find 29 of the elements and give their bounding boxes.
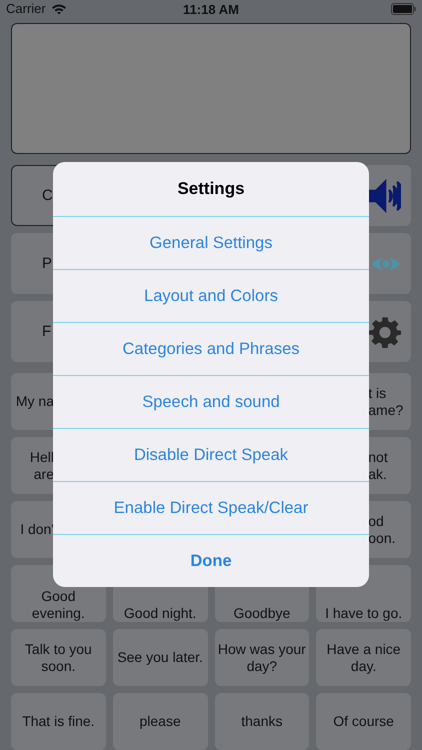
phrase-button[interactable]: Talk to you soon. <box>11 629 106 686</box>
phrase-text: My na <box>14 393 54 410</box>
status-time: 11:18 AM <box>183 2 239 17</box>
phrase-button[interactable]: Have a nice day. <box>316 629 411 686</box>
dialog-action[interactable]: Layout and Colors <box>53 269 369 322</box>
wifi-icon <box>50 2 67 14</box>
phrase-text: od oon. <box>368 512 396 546</box>
dialog-action[interactable]: Disable Direct Speak <box>53 428 369 481</box>
settings-icon <box>369 316 401 348</box>
phrase-button[interactable]: Of course <box>316 693 411 750</box>
dialog-title: Settings <box>176 178 246 200</box>
icon-button[interactable] <box>364 165 411 226</box>
speaker-icon <box>369 178 401 212</box>
carrier-label: Carrier <box>6 1 46 16</box>
phrase-text: not ak. <box>368 448 389 482</box>
dialog-action[interactable]: Enable Direct Speak/Clear <box>53 481 369 534</box>
phrase-button[interactable]: That is fine. <box>11 693 106 750</box>
dialog-action[interactable]: General Settings <box>53 216 369 269</box>
battery-icon <box>391 2 416 14</box>
dialog-action[interactable]: Speech and sound <box>53 375 369 428</box>
phrase-button[interactable]: How was your day? <box>214 629 310 686</box>
dialog-action[interactable]: Done <box>53 534 369 587</box>
phrase-text: t is ame? <box>368 384 404 418</box>
phrase-text: Hell are <box>28 448 54 482</box>
phrase-button[interactable]: thanks <box>214 693 310 750</box>
phrase-text: I don' <box>19 521 54 538</box>
phrase-button[interactable]: please <box>112 693 208 750</box>
phrase-button[interactable]: See you later. <box>112 629 208 686</box>
dialog-action[interactable]: Categories and Phrases <box>53 322 369 375</box>
